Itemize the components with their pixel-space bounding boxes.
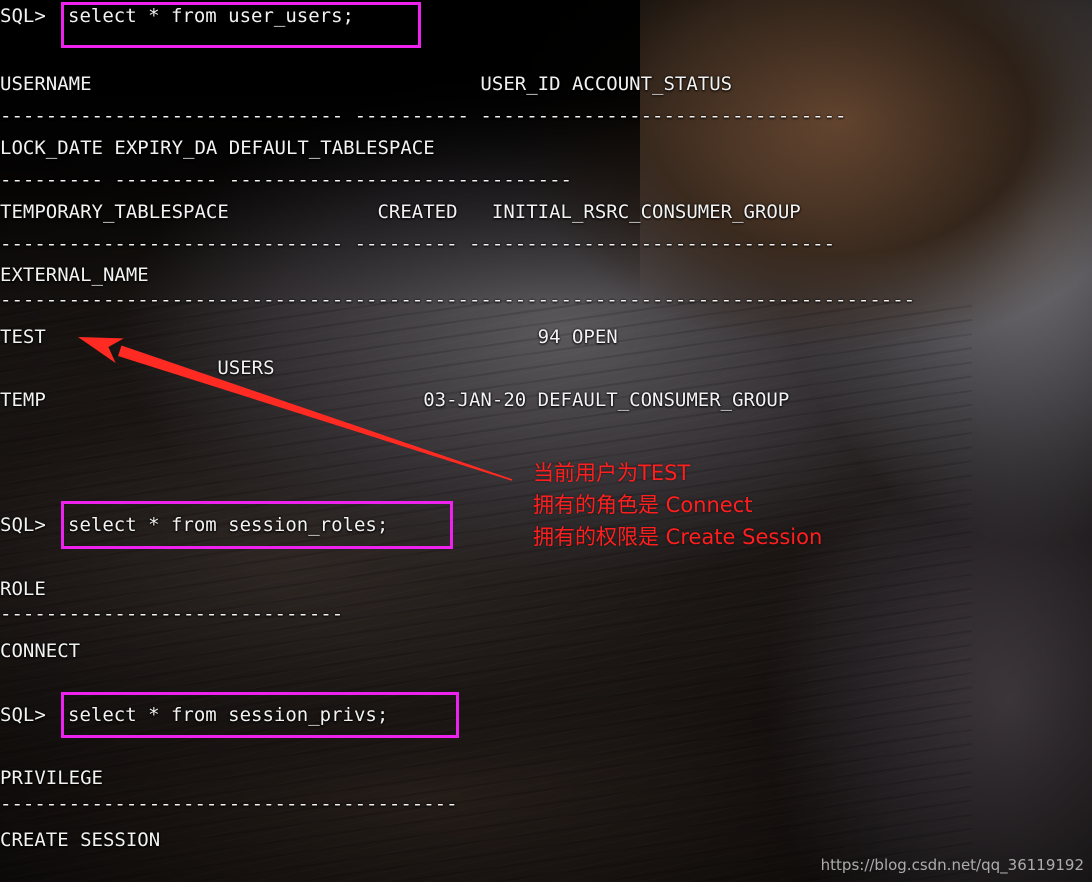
terminal-line-cmd3-prompt: SQL> xyxy=(0,704,58,726)
terminal-line-sep2: --------- --------- --------------------… xyxy=(0,169,572,191)
terminal-line-row1: TEST 94 OPEN xyxy=(0,326,618,348)
terminal-screenshot: SQL> select * from user_users; USERNAME U… xyxy=(0,0,1092,882)
terminal-line-hdr1: USERNAME USER_ID ACCOUNT_STATUS xyxy=(0,73,733,95)
annotation-line-3: 拥有的权限是 Create Session xyxy=(533,525,823,549)
terminal-output: SQL> select * from user_users; USERNAME U… xyxy=(0,0,1092,882)
watermark-url: https://blog.csdn.net/qq_36119192 xyxy=(820,856,1084,874)
terminal-line-row3: TEMP 03-JAN-20 DEFAULT_CONSUMER_GROUP xyxy=(0,389,790,411)
terminal-line-sep5: ------------------------------ xyxy=(0,603,344,625)
annotation-line-2: 拥有的角色是 Connect xyxy=(533,493,753,517)
terminal-line-hdr3: TEMPORARY_TABLESPACE CREATED INITIAL_RSR… xyxy=(0,201,801,223)
terminal-line-sep3: ------------------------------ ---------… xyxy=(0,233,836,255)
terminal-line-hdr6: PRIVILEGE xyxy=(0,767,103,789)
terminal-line-hdr2: LOCK_DATE EXPIRY_DA DEFAULT_TABLESPACE xyxy=(0,137,435,159)
red-annotation-text: 当前用户为TEST 拥有的角色是 Connect 拥有的权限是 Create Ses… xyxy=(533,457,822,553)
terminal-line-sep4: ----------------------------------------… xyxy=(0,289,916,311)
terminal-line-hdr4: EXTERNAL_NAME xyxy=(0,264,149,286)
annotation-line-1: 当前用户为TEST xyxy=(533,461,691,485)
terminal-line-sep1: ------------------------------ ---------… xyxy=(0,105,847,127)
terminal-line-row5: CREATE SESSION xyxy=(0,829,161,851)
terminal-line-hdr5: ROLE xyxy=(0,578,46,600)
terminal-line-row4: CONNECT xyxy=(0,640,81,662)
terminal-line-cmd2-prompt: SQL> xyxy=(0,514,58,536)
box-user-users xyxy=(61,2,421,48)
box-session-roles xyxy=(61,501,453,549)
terminal-line-cmd1-prompt: SQL> xyxy=(0,5,58,27)
terminal-line-row2: USERS xyxy=(0,357,275,379)
box-session-privs xyxy=(61,692,459,738)
terminal-line-sep6: ---------------------------------------- xyxy=(0,793,458,815)
